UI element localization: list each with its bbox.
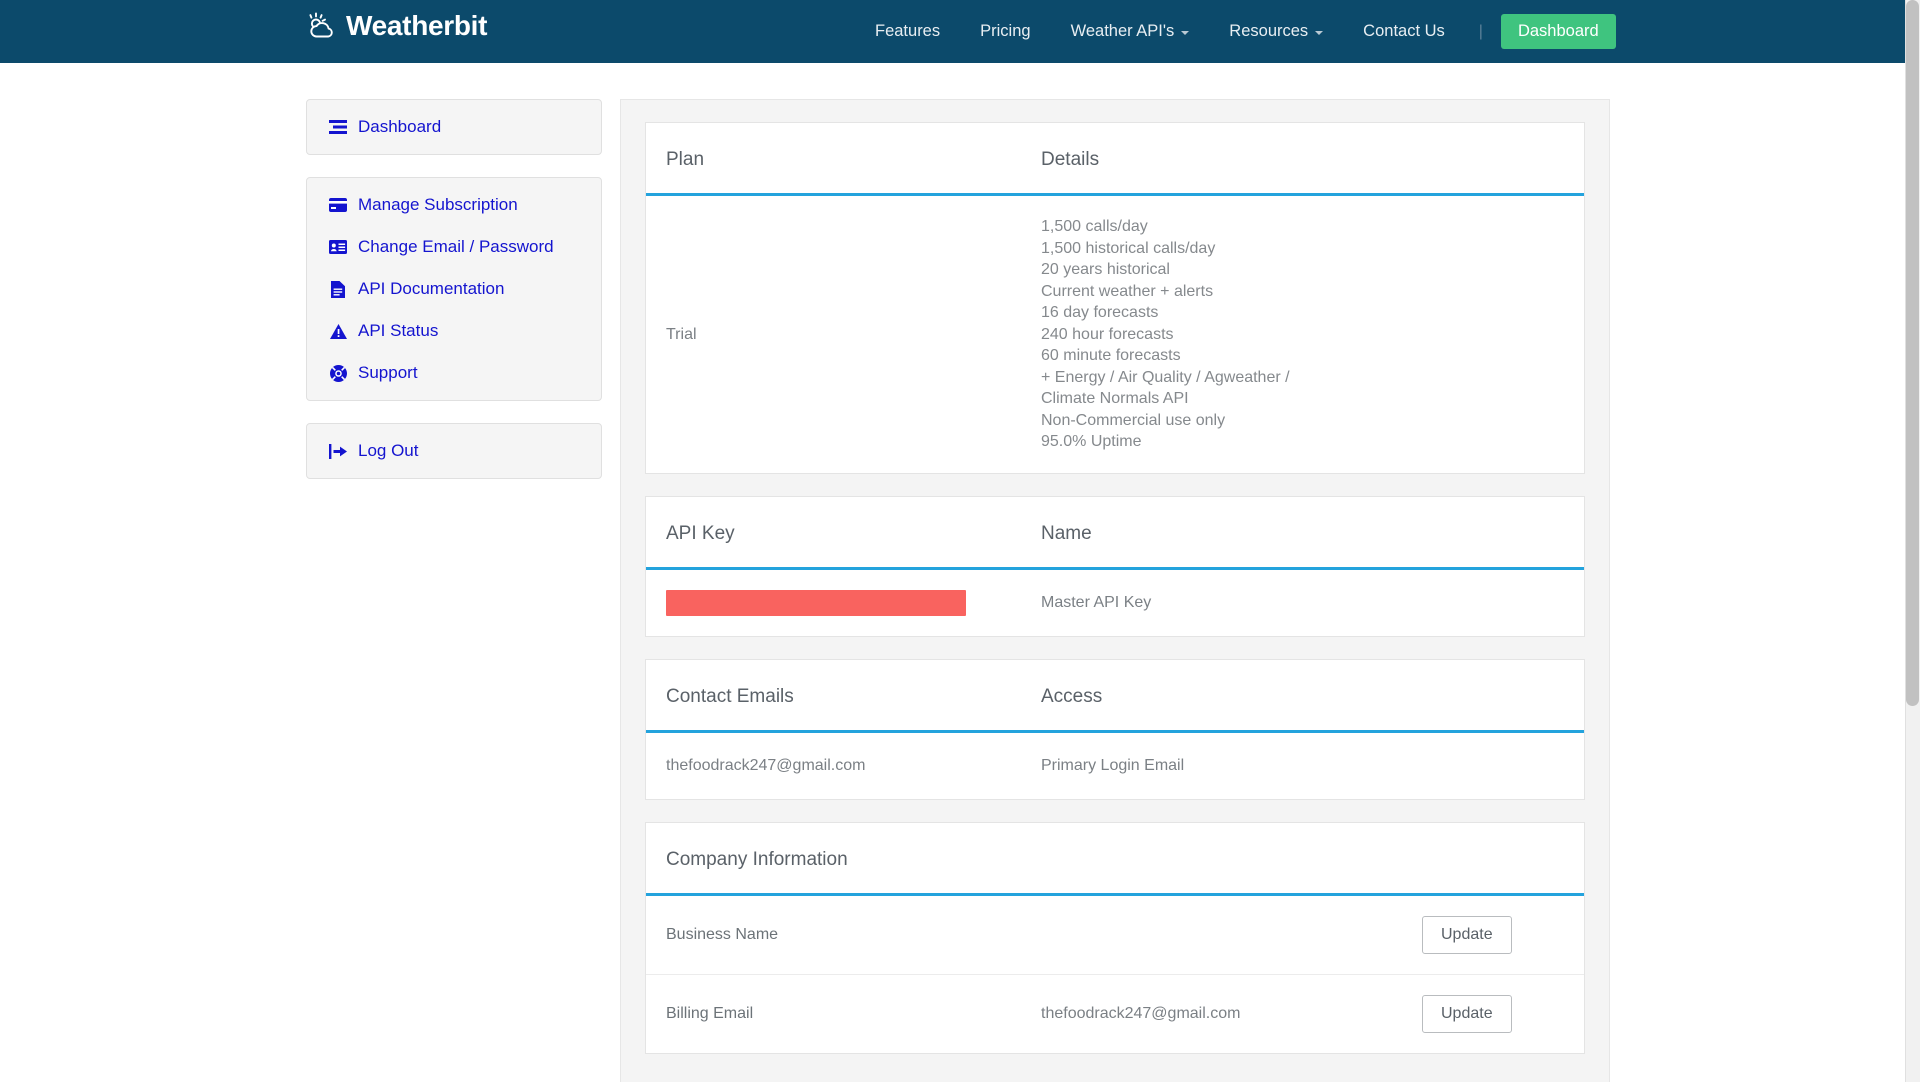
table-row: Business Name Update	[646, 896, 1584, 975]
plan-header-details: Details	[1041, 149, 1100, 170]
api-key-header-key: API Key	[666, 522, 735, 544]
api-key-card-header: API Key Name	[646, 497, 1584, 570]
brand-logo-link[interactable]: Weatherbit	[304, 10, 487, 42]
sidebar-item-label: API Status	[358, 321, 439, 340]
main-panel: Plan Details Trial 1,500 calls/day 1,500…	[620, 99, 1610, 1082]
nav-links: Features Pricing Weather API's Resources…	[855, 0, 1616, 63]
plan-detail-item: 16 day forecasts	[1041, 304, 1159, 321]
nav-label: Features	[875, 22, 941, 40]
contact-header-emails: Contact Emails	[666, 685, 794, 707]
nav-label: Pricing	[980, 22, 1031, 40]
plan-detail-item: 60 minute forecasts	[1041, 347, 1181, 364]
business-name-action-cell: Update	[1422, 915, 1572, 954]
api-key-header-name: Name	[1041, 522, 1092, 544]
api-key-card: API Key Name Master API Key	[645, 495, 1585, 637]
life-ring-icon	[329, 364, 347, 382]
nav-link-features[interactable]: Features	[855, 0, 960, 63]
plan-card: Plan Details Trial 1,500 calls/day 1,500…	[645, 122, 1585, 474]
page-scrollbar-track[interactable]	[1905, 0, 1920, 1082]
company-section-title: Company Information	[666, 848, 848, 870]
chevron-down-icon	[1315, 31, 1324, 35]
plan-card-header: Plan Details	[646, 123, 1584, 196]
contact-emails-card-header: Contact Emails Access	[646, 660, 1584, 733]
company-information-card: Company Information Business Name Update…	[645, 821, 1585, 1054]
sidebar-item-dashboard[interactable]: Dashboard	[307, 106, 601, 148]
company-card-header: Company Information	[646, 823, 1584, 896]
sidebar-group-session: Log Out	[306, 423, 602, 479]
plan-detail-item: 20 years historical	[1041, 261, 1170, 278]
plan-detail-item: 240 hour forecasts	[1041, 325, 1174, 343]
dashboard-list-icon	[329, 118, 347, 136]
plan-detail-item: 1,500 historical calls/day	[1041, 239, 1216, 257]
chevron-down-icon	[1181, 31, 1190, 35]
table-row: Billing Email thefoodrack247@gmail.com U…	[646, 975, 1584, 1053]
nav-link-pricing[interactable]: Pricing	[960, 0, 1050, 63]
nav-separator: |	[1478, 23, 1483, 40]
plan-name: Trial	[666, 325, 697, 343]
plan-detail-item: Current weather + alerts	[1041, 282, 1214, 300]
sidebar-item-log-out[interactable]: Log Out	[307, 430, 601, 472]
contact-header-access: Access	[1041, 685, 1103, 707]
sidebar-item-label: Manage Subscription	[358, 195, 518, 214]
brand-name: Weatherbit	[346, 10, 488, 41]
sidebar-item-label: API Documentation	[358, 279, 505, 298]
plan-detail-item: 1,500 calls/day	[1041, 218, 1148, 235]
nav-link-resources[interactable]: Resources	[1209, 0, 1343, 63]
sidebar-group-primary: Dashboard	[306, 99, 602, 155]
billing-email-action-cell: Update	[1422, 994, 1572, 1033]
billing-email-value: thefoodrack247@gmail.com	[1041, 1004, 1241, 1022]
warning-triangle-icon	[329, 322, 347, 340]
plan-header-plan: Plan	[666, 149, 705, 170]
api-key-row: Master API Key	[646, 570, 1584, 636]
plan-detail-item: 95.0% Uptime	[1041, 433, 1142, 450]
plan-detail-item: Climate Normals API	[1041, 390, 1189, 407]
plan-details-list: 1,500 calls/day 1,500 historical calls/d…	[1041, 216, 1572, 453]
credit-card-icon	[329, 196, 347, 214]
sidebar-group-account: Manage Subscription Change Email / Passw…	[306, 177, 602, 401]
nav-label: Resources	[1229, 22, 1309, 40]
api-key-name: Master API Key	[1041, 593, 1152, 611]
update-billing-email-button[interactable]: Update	[1422, 994, 1512, 1033]
sidebar-item-api-documentation[interactable]: API Documentation	[307, 268, 601, 310]
api-key-value-cell	[658, 589, 1041, 616]
sidebar: Dashboard Manage Subscription Change Ema…	[306, 99, 602, 501]
sign-out-icon	[329, 442, 347, 460]
nav-label: Contact Us	[1363, 22, 1445, 40]
plan-row: Trial 1,500 calls/day 1,500 historical c…	[646, 196, 1584, 473]
table-row: thefoodrack247@gmail.com Primary Login E…	[646, 733, 1584, 799]
sidebar-item-manage-subscription[interactable]: Manage Subscription	[307, 184, 601, 226]
page-scrollbar-thumb[interactable]	[1906, 0, 1919, 706]
api-key-redaction-bar	[666, 589, 966, 616]
nav-label: Weather API's	[1070, 22, 1175, 40]
dashboard-button[interactable]: Dashboard	[1500, 14, 1616, 49]
business-name-label: Business Name	[666, 925, 779, 943]
top-navbar: Weatherbit Features Pricing Weather API'…	[0, 0, 1920, 63]
sidebar-item-label: Support	[358, 363, 418, 382]
sidebar-item-change-email-password[interactable]: Change Email / Password	[307, 226, 601, 268]
contact-access-value: Primary Login Email	[1041, 756, 1185, 774]
sun-cloud-icon	[304, 10, 336, 42]
contact-email-value: thefoodrack247@gmail.com	[666, 756, 866, 774]
sidebar-item-label: Dashboard	[358, 117, 442, 136]
sidebar-item-label: Log Out	[358, 441, 419, 460]
sidebar-item-support[interactable]: Support	[307, 352, 601, 394]
billing-email-label: Billing Email	[666, 1004, 754, 1022]
document-icon	[329, 280, 347, 298]
plan-detail-item: Non-Commercial use only	[1041, 411, 1226, 429]
plan-detail-item: + Energy / Air Quality / Agweather /	[1041, 368, 1290, 386]
nav-link-contact-us[interactable]: Contact Us	[1343, 0, 1465, 63]
sidebar-item-api-status[interactable]: API Status	[307, 310, 601, 352]
sidebar-item-label: Change Email / Password	[358, 237, 554, 256]
id-card-icon	[329, 238, 347, 256]
contact-emails-card: Contact Emails Access thefoodrack247@gma…	[645, 658, 1585, 800]
page-root: Weatherbit Features Pricing Weather API'…	[0, 0, 1920, 1082]
nav-link-weather-apis[interactable]: Weather API's	[1051, 0, 1210, 63]
update-business-name-button[interactable]: Update	[1422, 915, 1512, 954]
